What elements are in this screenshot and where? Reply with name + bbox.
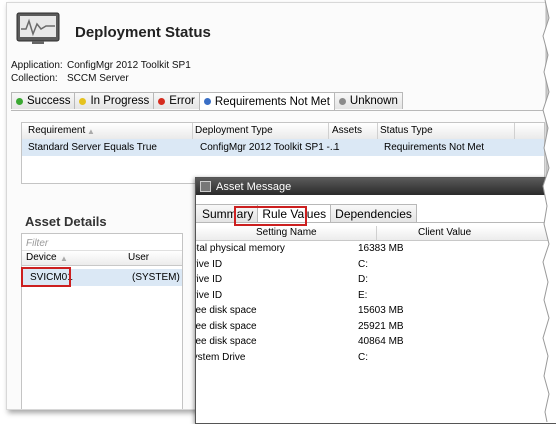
column-header-setting-name[interactable]: Setting Name [256,227,317,238]
asset-grid-header: Device ▲ User [22,251,182,266]
setting-name: Drive ID [196,258,223,270]
tab-label: In Progress [90,95,150,107]
client-value: C: [358,351,368,363]
column-header-device[interactable]: Device [26,252,57,263]
list-item: Total physical memory 16383 MB [196,241,556,257]
client-value: 15603 MB [358,305,404,316]
client-value: D: [358,274,368,285]
rule-values-highlight-box [234,206,307,226]
application-row: Application: ConfigMgr 2012 Toolkit SP1 [11,60,191,71]
tab-unknown[interactable]: Unknown [333,92,403,109]
dialog-titlebar[interactable]: Asset Message [196,178,556,195]
setting-name: Total physical memory [195,243,285,254]
column-header-assets[interactable]: Assets [332,125,362,136]
collection-row: Collection: SCCM Server [11,73,129,84]
dialog-title: Asset Message [216,180,292,193]
cell-assets: 1 [334,142,340,153]
tab-divider [11,110,545,111]
tab-label: Success [27,95,71,107]
setting-name: Free disk space [195,305,257,316]
filter-input[interactable]: Filter [22,234,182,251]
tab-label: Dependencies [335,206,412,221]
list-item: Free disk space 15603 MB [196,303,556,319]
collection-value: SCCM Server [67,73,129,84]
tab-error[interactable]: Error [153,92,200,109]
list-item: Drive ID D: [196,272,556,288]
application-label: Application: [11,60,63,71]
asset-message-dialog: Asset Message Summary Rule Values Depend… [195,177,556,424]
tab-label: Unknown [349,95,398,107]
client-value: 25921 MB [358,320,404,332]
rule-values-grid: Setting Name Client Value Total physical… [196,226,556,423]
client-value: C: [358,258,368,270]
asset-details-title: Asset Details [25,214,107,229]
cell-user: (SYSTEM) [132,272,180,283]
requirements-not-met-dot-icon [203,98,211,105]
in-progress-dot-icon [79,97,87,105]
page-title: Deployment Status [75,24,211,41]
client-value: 16383 MB [358,243,404,254]
unknown-dot-icon [338,97,346,105]
list-item: System Drive C: [196,350,556,366]
cell-deployment-type: ConfigMgr 2012 Toolkit SP1 -... [200,142,339,153]
cell-status-type: Requirements Not Met [384,142,485,153]
rule-grid-header: Setting Name Client Value [196,226,556,241]
column-header-user[interactable]: User [128,252,149,263]
success-dot-icon [16,97,23,105]
list-item: Free disk space 40864 MB [196,334,556,350]
setting-name: System Drive [196,351,246,363]
setting-name: Free disk space [195,336,257,347]
client-value: 40864 MB [358,336,404,347]
tab-success[interactable]: Success [11,92,76,109]
setting-name: Drive ID [196,289,223,301]
setting-name: Drive ID [196,274,223,285]
column-header-requirement[interactable]: Requirement [28,125,85,136]
application-value: ConfigMgr 2012 Toolkit SP1 [67,60,191,71]
setting-name: Free disk space [195,320,257,332]
tab-dependencies[interactable]: Dependencies [330,204,417,222]
monitor-chart-icon [16,12,60,44]
requirements-grid: Requirement ▲ Deployment Type Assets Sta… [21,122,545,184]
grid-header: Requirement ▲ Deployment Type Assets Sta… [22,123,544,140]
torn-edge [542,0,556,422]
device-highlight-box [21,267,71,287]
tab-in-progress[interactable]: In Progress [74,92,155,109]
tab-label: Error [169,95,195,107]
asset-details-grid: Filter Device ▲ User SVICM01 (SYSTEM) [21,233,183,409]
tab-label: Requirements Not Met [214,95,330,108]
status-tabs: Success In Progress Error Requirements N… [11,92,403,110]
window-icon [200,181,211,192]
list-item: Drive ID E: [196,288,556,304]
sort-asc-icon: ▲ [60,254,68,263]
error-dot-icon [158,97,166,105]
column-header-deployment-type[interactable]: Deployment Type [195,125,273,136]
column-header-status-type[interactable]: Status Type [380,125,433,136]
client-value: E: [358,289,368,301]
cell-requirement: Standard Server Equals True [28,142,157,153]
collection-label: Collection: [11,73,58,84]
column-header-client-value[interactable]: Client Value [418,227,471,238]
sort-asc-icon: ▲ [87,127,95,136]
list-item: Free disk space 25921 MB [196,319,556,335]
table-row[interactable]: Standard Server Equals True ConfigMgr 20… [22,139,544,156]
list-item: Drive ID C: [196,257,556,273]
tab-requirements-not-met[interactable]: Requirements Not Met [198,92,335,110]
